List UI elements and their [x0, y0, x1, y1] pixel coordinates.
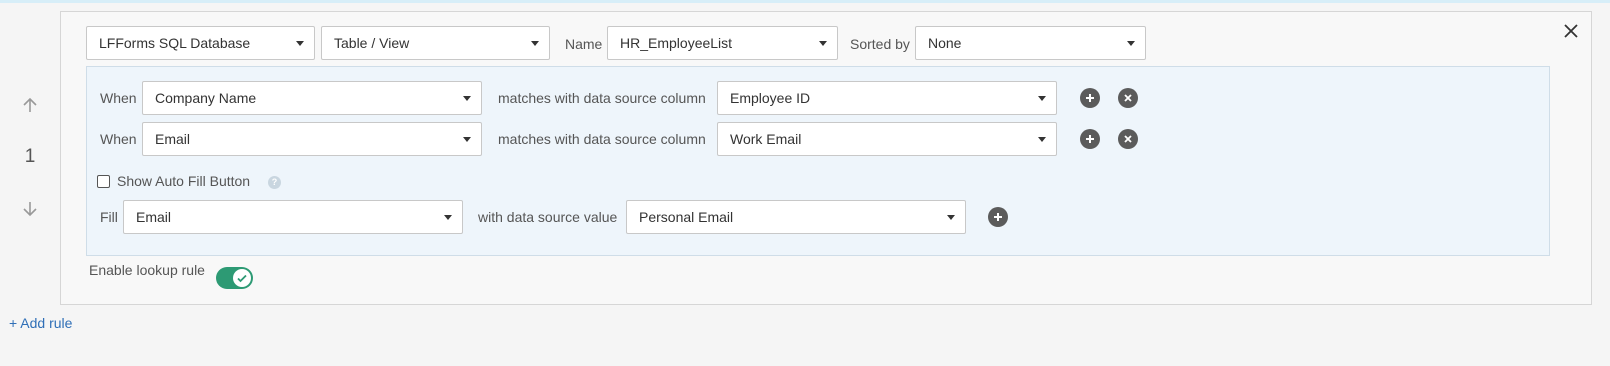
name-value: HR_EmployeeList — [620, 35, 733, 51]
condition-field-value: Email — [155, 131, 191, 147]
chevron-down-icon — [947, 215, 955, 220]
fill-field-value: Email — [136, 209, 172, 225]
help-icon[interactable]: ? — [268, 176, 281, 189]
remove-condition-button[interactable] — [1118, 129, 1138, 149]
x-circle-icon — [1124, 94, 1132, 102]
close-icon[interactable] — [1560, 20, 1582, 42]
chevron-down-icon — [463, 137, 471, 142]
fill-value-select[interactable]: Personal Email — [626, 200, 966, 234]
with-value-label: with data source value — [478, 209, 618, 225]
show-autofill-checkbox[interactable] — [97, 175, 110, 188]
condition-field-select[interactable]: Email — [142, 122, 482, 156]
sorted-by-select[interactable]: None — [915, 26, 1146, 60]
chevron-down-icon — [1038, 96, 1046, 101]
show-autofill-label: Show Auto Fill Button — [117, 173, 251, 189]
when-label: When — [100, 131, 137, 147]
fill-field-select[interactable]: Email — [123, 200, 463, 234]
plus-circle-icon — [1086, 94, 1094, 102]
sorted-by-label: Sorted by — [850, 36, 910, 52]
rule-number: 1 — [24, 146, 36, 167]
chevron-down-icon — [531, 41, 539, 46]
condition-field-select[interactable]: Company Name — [142, 81, 482, 115]
condition-field-value: Company Name — [155, 90, 257, 106]
matches-label: matches with data source column — [498, 90, 706, 106]
matches-label: matches with data source column — [498, 131, 706, 147]
plus-circle-icon — [1086, 135, 1094, 143]
condition-column-select[interactable]: Work Email — [717, 122, 1057, 156]
sorted-by-value: None — [928, 35, 962, 51]
connection-select[interactable]: LFForms SQL Database — [86, 26, 315, 60]
check-icon — [233, 269, 251, 287]
arrow-up-icon[interactable] — [18, 96, 42, 114]
chevron-down-icon — [819, 41, 827, 46]
source-type-value: Table / View — [334, 35, 410, 51]
source-type-select[interactable]: Table / View — [321, 26, 550, 60]
condition-column-value: Employee ID — [730, 90, 811, 106]
condition-column-value: Work Email — [730, 131, 802, 147]
fill-label: Fill — [100, 209, 118, 225]
chevron-down-icon — [444, 215, 452, 220]
when-label: When — [100, 90, 137, 106]
chevron-down-icon — [1038, 137, 1046, 142]
add-condition-button[interactable] — [1080, 88, 1100, 108]
top-border — [0, 0, 1610, 3]
add-condition-button[interactable] — [1080, 129, 1100, 149]
x-circle-icon — [1124, 135, 1132, 143]
enable-rule-toggle[interactable] — [216, 267, 253, 289]
add-rule-link[interactable]: + Add rule — [9, 313, 72, 333]
name-label: Name — [565, 36, 603, 52]
remove-condition-button[interactable] — [1118, 88, 1138, 108]
connection-value: LFForms SQL Database — [99, 35, 251, 51]
condition-column-select[interactable]: Employee ID — [717, 81, 1057, 115]
chevron-down-icon — [1127, 41, 1135, 46]
arrow-down-icon[interactable] — [18, 200, 42, 218]
chevron-down-icon — [296, 41, 304, 46]
enable-rule-label: Enable lookup rule — [89, 262, 205, 278]
fill-value-value: Personal Email — [639, 209, 734, 225]
chevron-down-icon — [463, 96, 471, 101]
plus-circle-icon — [994, 213, 1002, 221]
add-fill-button[interactable] — [988, 207, 1008, 227]
name-select[interactable]: HR_EmployeeList — [607, 26, 838, 60]
